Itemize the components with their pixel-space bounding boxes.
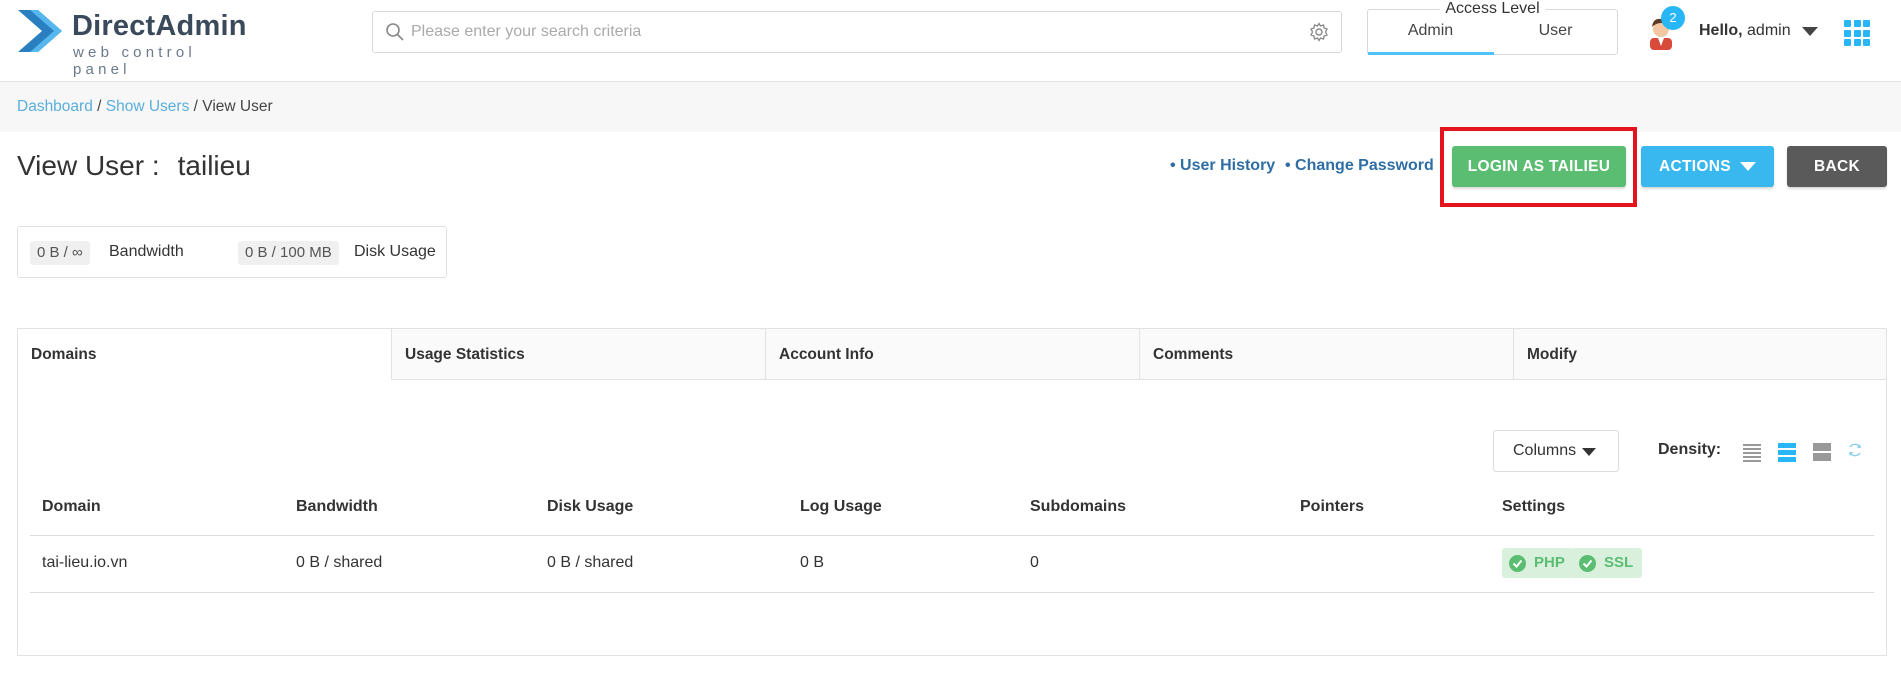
refresh-icon[interactable] (1847, 442, 1863, 458)
tab-modify[interactable]: Modify (1514, 329, 1886, 380)
access-level-switch: Access Level Admin User (1367, 0, 1618, 55)
usage-summary: 0 B / ∞ Bandwidth 0 B / 100 MB Disk Usag… (17, 226, 447, 278)
user-menu-chevron-down-icon[interactable] (1802, 27, 1818, 36)
user-detail-panel: Domains Usage Statistics Account Info Co… (17, 328, 1887, 656)
column-header-disk-usage[interactable]: Disk Usage (547, 498, 633, 516)
column-header-domain[interactable]: Domain (42, 498, 101, 516)
tab-bar: Domains Usage Statistics Account Info Co… (18, 329, 1886, 380)
column-header-subdomains[interactable]: Subdomains (1030, 498, 1126, 516)
column-header-pointers[interactable]: Pointers (1300, 498, 1364, 516)
breadcrumb-dashboard[interactable]: Dashboard (17, 98, 93, 115)
logo-subtitle: web control panel (73, 44, 196, 78)
density-standard-icon[interactable] (1777, 442, 1797, 462)
back-button[interactable]: BACK (1787, 146, 1887, 187)
logo-chevron-icon (18, 10, 62, 52)
column-header-settings[interactable]: Settings (1502, 498, 1565, 516)
login-as-user-button[interactable]: LOGIN AS TAILIEU (1452, 146, 1626, 187)
breadcrumb-separator: / (97, 98, 102, 115)
ssl-status-badge: SSL (1572, 548, 1643, 578)
column-header-log-usage[interactable]: Log Usage (800, 498, 882, 516)
breadcrumb-separator: / (193, 98, 198, 115)
search-icon (386, 23, 404, 41)
change-password-link[interactable]: • Change Password (1285, 157, 1434, 175)
breadcrumb-bar: Dashboard / Show Users / View User (0, 82, 1901, 132)
cell-bandwidth: 0 B / shared (296, 554, 383, 571)
bandwidth-label: Bandwidth (109, 243, 184, 260)
disk-usage-value: 0 B / 100 MB (238, 241, 339, 265)
actions-button[interactable]: ACTIONS (1641, 146, 1774, 187)
tab-usage-statistics[interactable]: Usage Statistics (392, 329, 766, 380)
access-tab-admin[interactable]: Admin (1368, 22, 1493, 40)
check-circle-icon (1579, 555, 1596, 572)
cell-disk-usage: 0 B / shared (547, 554, 634, 571)
tab-comments[interactable]: Comments (1140, 329, 1514, 380)
php-badge-label: PHP (1534, 554, 1565, 571)
search-input[interactable] (411, 12, 1291, 52)
access-active-indicator (1368, 52, 1494, 55)
gear-icon[interactable] (1309, 22, 1329, 42)
directadmin-logo[interactable]: DirectAdmin web control panel (16, 6, 256, 78)
cell-log-usage: 0 B (800, 554, 825, 571)
chevron-down-icon (1582, 448, 1596, 456)
tab-domains[interactable]: Domains (18, 329, 392, 380)
tab-account-info[interactable]: Account Info (766, 329, 1140, 380)
greeting-text: Hello, (1699, 22, 1743, 39)
bandwidth-value: 0 B / ∞ (30, 241, 90, 265)
actions-button-label: ACTIONS (1659, 158, 1731, 175)
check-circle-icon (1509, 555, 1526, 572)
search-bar (372, 11, 1342, 53)
apps-grid-icon[interactable] (1844, 20, 1870, 46)
access-level-label: Access Level (1439, 0, 1546, 18)
cell-domain[interactable]: tai-lieu.io.vn (42, 554, 127, 572)
density-compact-icon[interactable] (1742, 442, 1762, 462)
column-header-bandwidth[interactable]: Bandwidth (296, 498, 378, 516)
columns-label: Columns (1513, 442, 1577, 459)
page-title-username: tailieu (177, 150, 251, 181)
user-greeting[interactable]: Hello, admin (1699, 22, 1791, 40)
php-status-badge: PHP (1502, 548, 1574, 578)
table-row[interactable]: tai-lieu.io.vn 0 B / shared 0 B / shared… (30, 536, 1874, 593)
table-header-row: Domain Bandwidth Disk Usage Log Usage Su… (30, 477, 1874, 536)
breadcrumb-show-users[interactable]: Show Users (106, 98, 190, 115)
page-title-prefix: View User : (17, 150, 160, 181)
cell-subdomains: 0 (1030, 554, 1039, 571)
density-label: Density: (1658, 441, 1722, 458)
greeting-username: admin (1747, 22, 1791, 39)
chevron-down-icon (1740, 162, 1756, 171)
access-tab-user[interactable]: User (1493, 22, 1618, 40)
columns-dropdown[interactable]: Columns (1493, 430, 1619, 472)
notification-badge[interactable]: 2 (1661, 6, 1685, 30)
breadcrumb-current: View User (202, 98, 273, 115)
breadcrumb: Dashboard / Show Users / View User (17, 98, 273, 116)
top-header: DirectAdmin web control panel Access Lev… (0, 0, 1901, 82)
density-comfortable-icon[interactable] (1812, 442, 1832, 462)
ssl-badge-label: SSL (1604, 554, 1634, 571)
logo-title: DirectAdmin (72, 10, 247, 42)
disk-usage-label: Disk Usage (354, 243, 436, 260)
page-title: View User : tailieu (17, 150, 251, 182)
user-history-link[interactable]: • User History (1170, 157, 1275, 175)
